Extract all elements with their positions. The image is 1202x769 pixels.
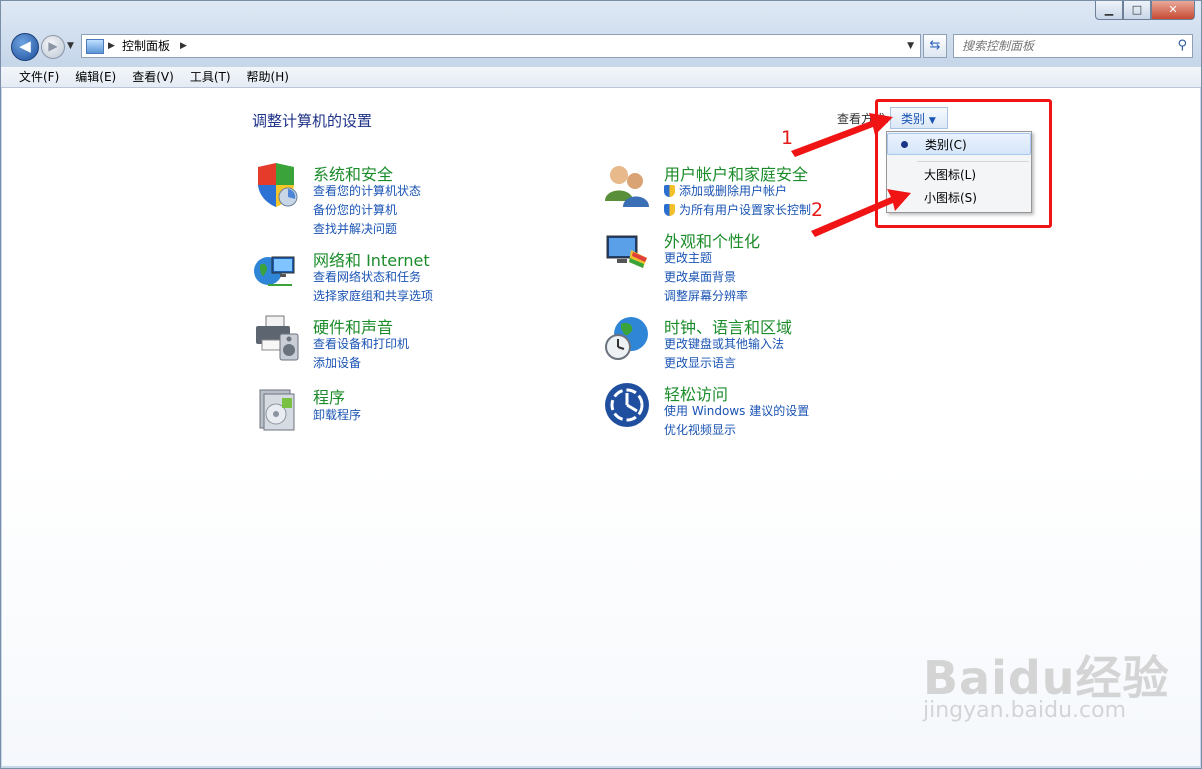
forward-button[interactable]: ▶ <box>41 35 65 59</box>
minimize-button[interactable]: ▁ <box>1095 1 1123 20</box>
monitor-palette-icon <box>606 235 647 268</box>
back-button[interactable]: ◀ <box>11 33 39 61</box>
globe-network-icon <box>254 256 295 286</box>
task-link[interactable]: 备份您的计算机 <box>313 201 397 218</box>
uac-shield-icon <box>664 204 675 216</box>
refresh-button[interactable]: ⇆ <box>923 34 947 58</box>
task-link[interactable]: 查看设备和打印机 <box>313 335 409 352</box>
search-input[interactable] <box>960 35 1164 57</box>
task-link[interactable]: 更改桌面背景 <box>664 268 736 285</box>
task-link[interactable]: 优化视频显示 <box>664 421 736 438</box>
task-link[interactable]: 更改主题 <box>664 249 712 266</box>
recent-pages-dropdown[interactable]: ▼ <box>67 41 74 51</box>
shield-icon <box>258 163 298 207</box>
menu-file[interactable]: 文件(F) <box>1 67 67 87</box>
task-link[interactable]: 查看您的计算机状态 <box>313 182 421 199</box>
menu-bar: 文件(F) 编辑(E) 查看(V) 工具(T) 帮助(H) <box>1 67 1201 88</box>
task-link[interactable]: 更改显示语言 <box>664 354 736 371</box>
arrow-left-icon: ◀ <box>19 37 31 55</box>
menu-tools[interactable]: 工具(T) <box>182 67 239 87</box>
control-panel-icon <box>86 39 104 54</box>
address-bar[interactable]: ▶ 控制面板 ▶ ▼ <box>81 34 921 58</box>
task-link[interactable]: 查找并解决问题 <box>313 220 397 237</box>
menu-edit[interactable]: 编辑(E) <box>67 67 124 87</box>
navigation-bar: ◀ ▶ ▼ ▶ 控制面板 ▶ ▼ ⇆ ⚲ <box>7 33 1195 61</box>
chevron-right-icon[interactable]: ▶ <box>180 35 187 57</box>
task-link[interactable]: 添加或删除用户帐户 <box>664 182 787 199</box>
ease-of-access-icon <box>605 383 649 427</box>
menu-help[interactable]: 帮助(H) <box>239 67 297 87</box>
category-title[interactable]: 程序 <box>313 384 345 408</box>
task-link[interactable]: 添加设备 <box>313 354 361 371</box>
globe-clock-icon <box>605 317 648 360</box>
control-panel-window: ▁ □ ✕ ◀ ▶ ▼ ▶ 控制面板 ▶ ▼ ⇆ ⚲ 文件(F)编辑(E)查看(… <box>0 0 1202 769</box>
search-icon[interactable]: ⚲ <box>1177 38 1187 53</box>
task-link[interactable]: 调整屏幕分辨率 <box>664 287 748 304</box>
watermark-url: jingyan.baidu.com <box>923 698 1127 723</box>
task-link[interactable]: 使用 Windows 建议的设置 <box>664 402 809 419</box>
chevron-right-icon[interactable]: ▶ <box>108 35 115 57</box>
refresh-icon: ⇆ <box>929 38 941 53</box>
search-box[interactable]: ⚲ <box>953 34 1193 58</box>
page-title: 调整计算机的设置 <box>252 112 373 130</box>
breadcrumb-control-panel[interactable]: 控制面板 <box>122 35 170 57</box>
window-controls: ▁ □ ✕ <box>1095 1 1195 20</box>
annotation-arrows <box>791 113 911 237</box>
uac-shield-icon <box>664 185 675 197</box>
task-link[interactable]: 查看网络状态和任务 <box>313 268 421 285</box>
task-link[interactable]: 更改键盘或其他输入法 <box>664 335 784 352</box>
title-bar: ▁ □ ✕ <box>1 1 1201 31</box>
task-link[interactable]: 选择家庭组和共享选项 <box>313 287 433 304</box>
printer-speaker-icon <box>256 315 299 361</box>
maximize-button[interactable]: □ <box>1123 1 1151 20</box>
address-dropdown-icon[interactable]: ▼ <box>907 35 914 57</box>
arrow-right-icon: ▶ <box>48 39 58 53</box>
close-button[interactable]: ✕ <box>1151 1 1195 20</box>
task-link[interactable]: 卸载程序 <box>313 406 361 423</box>
menu-view[interactable]: 查看(V) <box>124 67 182 87</box>
users-icon <box>605 166 649 207</box>
programs-box-icon <box>259 389 295 431</box>
